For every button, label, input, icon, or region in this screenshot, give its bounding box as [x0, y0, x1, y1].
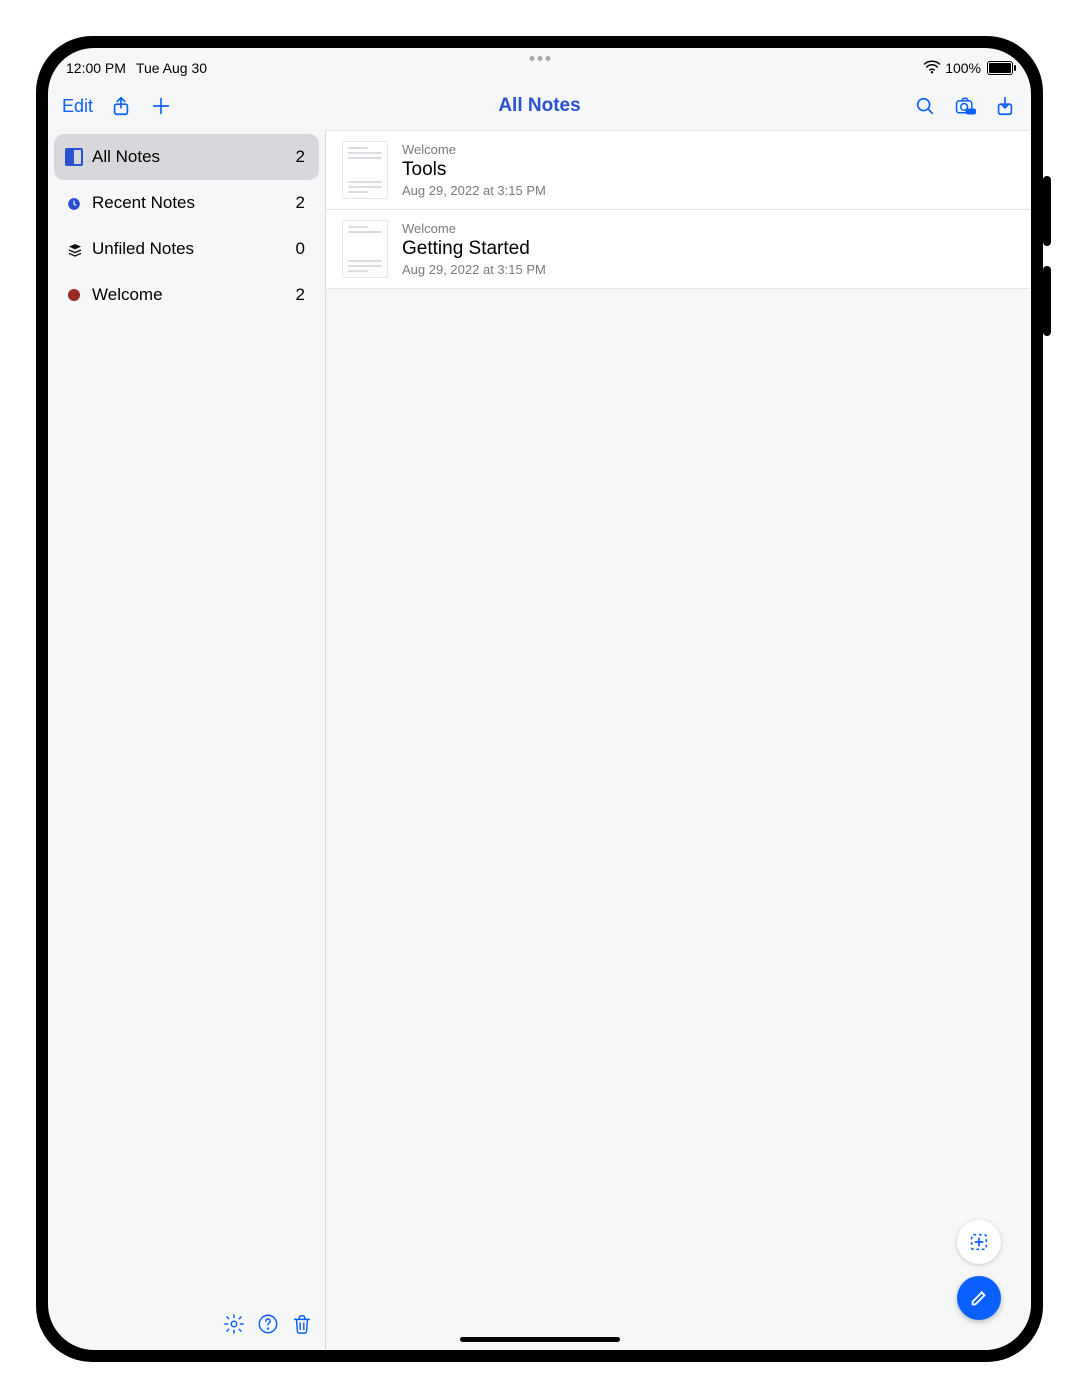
- note-date: Aug 29, 2022 at 3:15 PM: [402, 183, 546, 198]
- note-row[interactable]: Welcome Getting Started Aug 29, 2022 at …: [326, 210, 1031, 289]
- stack-icon: [64, 242, 84, 256]
- sidebar-list: All Notes 2 Recent Notes 2: [48, 134, 325, 1302]
- note-thumbnail: [342, 141, 388, 199]
- device-frame: 12:00 PM Tue Aug 30 100% Edit: [36, 36, 1043, 1362]
- screen: 12:00 PM Tue Aug 30 100% Edit: [48, 48, 1031, 1350]
- note-thumbnail: [342, 220, 388, 278]
- sidebar-footer: [48, 1302, 325, 1350]
- edit-button[interactable]: Edit: [62, 96, 93, 117]
- svg-text:NEW: NEW: [966, 109, 976, 114]
- battery-icon: [985, 61, 1013, 75]
- import-icon[interactable]: [993, 94, 1017, 118]
- sidebar-item-unfiled-notes[interactable]: Unfiled Notes 0: [54, 226, 319, 272]
- page-title: All Notes: [48, 95, 1031, 117]
- multitask-dots[interactable]: [529, 56, 550, 61]
- wifi-icon: [923, 58, 941, 79]
- sidebar-item-label: Unfiled Notes: [92, 239, 194, 259]
- sidebar-item-count: 2: [296, 285, 305, 305]
- note-row[interactable]: Welcome Tools Aug 29, 2022 at 3:15 PM: [326, 130, 1031, 210]
- note-category: Welcome: [402, 221, 546, 236]
- sidebar-item-count: 2: [296, 147, 305, 167]
- device-volume-up: [1043, 176, 1051, 246]
- gear-icon[interactable]: [223, 1313, 245, 1340]
- toolbar: Edit All Notes NEW: [48, 82, 1031, 130]
- share-icon[interactable]: [109, 94, 133, 118]
- device-volume-down: [1043, 266, 1051, 336]
- selection-new-button[interactable]: [957, 1220, 1001, 1264]
- compose-button[interactable]: [957, 1276, 1001, 1320]
- camera-new-icon[interactable]: NEW: [953, 94, 977, 118]
- sidebar-item-label: Recent Notes: [92, 193, 195, 213]
- plus-icon[interactable]: [149, 94, 173, 118]
- sidebar: All Notes 2 Recent Notes 2: [48, 130, 326, 1350]
- all-notes-icon: [64, 148, 84, 166]
- sidebar-item-count: 0: [296, 239, 305, 259]
- sidebar-item-all-notes[interactable]: All Notes 2: [54, 134, 319, 180]
- status-bar: 12:00 PM Tue Aug 30 100%: [48, 48, 1031, 82]
- notes-list: Welcome Tools Aug 29, 2022 at 3:15 PM We…: [326, 130, 1031, 1350]
- note-category: Welcome: [402, 142, 546, 157]
- note-title: Getting Started: [402, 238, 546, 261]
- sidebar-item-recent-notes[interactable]: Recent Notes 2: [54, 180, 319, 226]
- status-time: 12:00 PM: [66, 60, 126, 76]
- status-date: Tue Aug 30: [136, 60, 207, 76]
- battery-percent: 100%: [945, 60, 981, 76]
- help-icon[interactable]: [257, 1313, 279, 1340]
- trash-icon[interactable]: [291, 1313, 313, 1340]
- sidebar-item-label: All Notes: [92, 147, 160, 167]
- note-title: Tools: [402, 159, 546, 182]
- sidebar-item-welcome[interactable]: Welcome 2: [54, 272, 319, 318]
- folder-icon: [64, 289, 84, 301]
- sidebar-item-label: Welcome: [92, 285, 163, 305]
- home-indicator[interactable]: [460, 1337, 620, 1342]
- clock-icon: [64, 196, 84, 210]
- sidebar-item-count: 2: [296, 193, 305, 213]
- search-icon[interactable]: [913, 94, 937, 118]
- note-date: Aug 29, 2022 at 3:15 PM: [402, 262, 546, 277]
